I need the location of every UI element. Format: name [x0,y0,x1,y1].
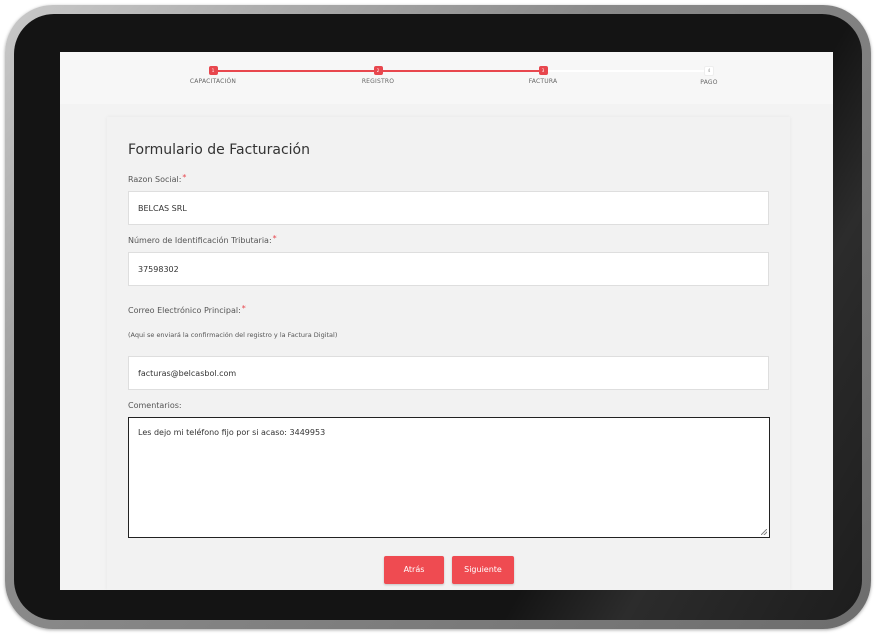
required-marker: * [241,304,246,313]
step-number: 4 [704,66,714,76]
step-number: 2 [373,66,383,75]
billing-form-card: Formulario de Facturación Razon Social:*… [107,117,790,590]
resize-handle-icon[interactable] [761,529,767,535]
back-button[interactable]: Atrás [384,556,444,584]
razon-social-input[interactable]: BELCAS SRL [128,191,769,225]
nit-input[interactable]: 37598302 [128,252,769,286]
comentarios-textarea[interactable]: Les dejo mi teléfono fijo por si acaso: … [128,417,770,538]
step-pago[interactable]: 4 PAGO [649,52,769,86]
step-capacitacion[interactable]: 1 CAPACITACIÓN [153,52,273,85]
razon-social-label: Razon Social:* [128,173,187,184]
email-label: Correo Electrónico Principal:* [128,304,246,315]
step-number: 1 [208,66,218,75]
comentarios-label: Comentarios: [128,401,182,410]
tablet-frame: 1 CAPACITACIÓN 2 REGISTRO 3 FACTURA 4 PA… [5,5,871,629]
app-screen: 1 CAPACITACIÓN 2 REGISTRO 3 FACTURA 4 PA… [60,52,833,590]
nit-label: Número de Identificación Tributaria:* [128,234,277,245]
step-label: PAGO [700,79,718,86]
label-text: Correo Electrónico Principal: [128,306,241,315]
textarea-value: Les dejo mi teléfono fijo por si acaso: … [138,428,326,437]
label-text: Razon Social: [128,175,182,184]
step-number: 3 [538,66,548,75]
step-factura[interactable]: 3 FACTURA [483,52,603,85]
step-label: REGISTRO [361,78,395,85]
tablet-bezel: 1 CAPACITACIÓN 2 REGISTRO 3 FACTURA 4 PA… [14,14,862,620]
label-text: Número de Identificación Tributaria: [128,236,272,245]
step-label: CAPACITACIÓN [189,78,237,85]
progress-stepper: 1 CAPACITACIÓN 2 REGISTRO 3 FACTURA 4 PA… [60,52,833,104]
form-title: Formulario de Facturación [128,142,310,158]
required-marker: * [272,234,277,243]
step-label: FACTURA [528,78,558,85]
required-marker: * [182,173,187,182]
next-button[interactable]: Siguiente [452,556,514,584]
email-helper-text: (Aqui se enviará la confirmación del reg… [128,331,338,339]
email-input[interactable]: facturas@belcasbol.com [128,356,769,390]
step-registro[interactable]: 2 REGISTRO [318,52,438,85]
